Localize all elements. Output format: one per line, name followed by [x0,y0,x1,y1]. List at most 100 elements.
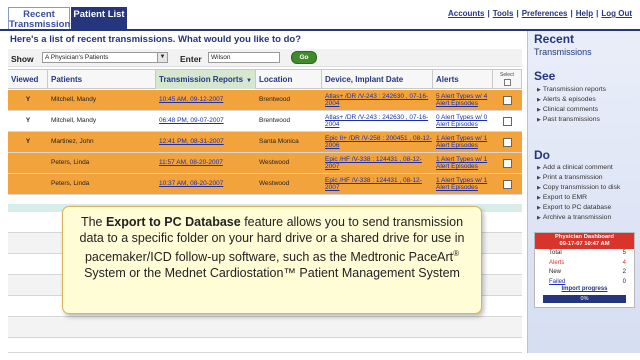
cell-device[interactable]: Epic /HF /V-338 : 124431 , 08-12-2007 [322,174,433,194]
accounts-link[interactable]: Accounts [448,9,484,18]
cell-location: Westwood [259,159,290,166]
table-row[interactable]: Y Martinez, John 12:41 PM, 08-31-2007 Santa… [8,132,522,153]
do-item-export-emr[interactable]: ▶ Export to EMR [537,194,587,201]
cell-report[interactable]: 10:45 AM, 09-12-2007 [156,90,256,110]
table-row[interactable]: Peters, Linda 10:37 AM, 08-20-2007 Westwoo… [8,174,522,195]
triangle-right-icon: ▶ [537,185,541,191]
triangle-right-icon: ▶ [537,205,541,211]
enter-label: Enter [180,54,202,64]
cell-viewed [8,174,48,194]
triangle-right-icon: ▶ [537,165,541,171]
cell-patient: Peters, Linda [51,159,90,166]
table-row[interactable]: Y Mitchell, Mandy 10:45 AM, 09-12-2007 Bren… [8,90,522,111]
table-row[interactable]: Y Mitchell, Mandy 06:48 PM, 09-07-2007 Bren… [8,111,522,132]
callout-text-3: System or the Mednet Cardiostation™ Pati… [84,265,460,280]
col-device[interactable]: Device, Implant Date [322,70,433,89]
cell-alerts[interactable]: 1 Alert Types w/ 1 Alert Episodes [433,132,493,152]
col-viewed[interactable]: Viewed [8,70,48,89]
help-link[interactable]: Help [576,9,593,18]
select-all-checkbox[interactable] [503,79,511,86]
import-progress-bar: 0% [543,295,626,303]
dashboard-title: Physician Dashboard [555,234,614,240]
registered-mark: ® [453,249,460,258]
triangle-right-icon: ▶ [537,107,541,113]
dashboard-row-alerts[interactable]: Alerts 4 [535,259,634,269]
cell-patient: Martinez, John [51,138,94,145]
enter-input[interactable]: Wilson [208,52,280,63]
feature-callout: The Export to PC Database feature allows… [62,206,482,314]
cell-device[interactable]: Atlas+ /DR /V-243 : 242630 , 07-16-2004 [322,111,433,131]
row-select-checkbox[interactable] [503,138,512,147]
show-select[interactable]: A Physician's Patients ▼ [42,52,168,63]
dashboard-header: Physician Dashboard 09-17-07 10:47 AM [535,233,634,249]
col-patients[interactable]: Patients [48,70,156,89]
triangle-right-icon: ▶ [537,175,541,181]
cell-report[interactable]: 12:41 PM, 08-31-2007 [156,132,256,152]
show-label: Show [11,54,34,64]
see-item-transmission-reports[interactable]: ▶ Transmission reports [537,86,606,93]
do-item-add-comment[interactable]: ▶ Add a clinical comment [537,164,613,171]
cell-alerts[interactable]: 1 Alert Types w/ 1 Alert Episodes [433,174,493,194]
cell-location: Santa Monica [259,138,299,145]
col-transmission-reports[interactable]: Transmission Reports ▼ [156,70,256,89]
col-location[interactable]: Location [256,70,322,89]
cell-report[interactable]: 06:48 PM, 09-07-2007 [156,111,256,131]
triangle-right-icon: ▶ [537,195,541,201]
col-select-label: Select [500,72,514,78]
see-item-past-transmissions[interactable]: ▶ Past transmissions [537,116,600,123]
triangle-right-icon: ▶ [537,97,541,103]
row-select-checkbox[interactable] [503,117,512,126]
see-item-alerts-episodes[interactable]: ▶ Alerts & episodes [537,96,596,103]
dashboard-row-new: New 2 [549,269,626,275]
see-heading: See [534,69,556,83]
cell-viewed: Y [25,117,31,124]
cell-report[interactable]: 11:57 AM, 08-20-2007 [156,153,256,173]
sidebar-title: Recent [534,32,575,46]
do-item-export-pc-database[interactable]: ▶ Export to PC database [537,204,611,211]
cell-device[interactable]: Epic II+ /DR /V-258 : 200451 , 08-12-200… [322,132,433,152]
cell-device[interactable]: Atlas+ /DR /V-243 : 242630 , 07-16-2004 [322,90,433,110]
cell-device[interactable]: Epic /HF /V-338 : 124431 , 08-12-2007 [322,153,433,173]
cell-viewed: Y [25,96,31,103]
cell-alerts[interactable]: 1 Alert Types w/ 1 Alert Episodes [433,153,493,173]
sidebar-subtitle: Transmissions [534,47,592,57]
empty-row [8,338,522,353]
logout-link[interactable]: Log Out [601,9,632,18]
tab-recent-transmissions[interactable]: Recent Transmissions [8,7,76,30]
callout-text-1: The [80,215,106,229]
sidebar: Recent Transmissions See ▶ Transmission r… [527,31,640,353]
cell-patient: Mitchell, Mandy [51,96,97,103]
see-item-clinical-comments[interactable]: ▶ Clinical comments [537,106,598,113]
cell-location: Westwood [259,180,290,187]
do-item-copy-to-disk[interactable]: ▶ Copy transmission to disk [537,184,620,191]
cell-patient: Peters, Linda [51,180,90,187]
physician-dashboard: Physician Dashboard 09-17-07 10:47 AM To… [534,232,635,308]
cell-viewed: Y [25,138,31,145]
row-select-checkbox[interactable] [503,159,512,168]
go-button[interactable]: Go [291,51,317,64]
tab-patient-list[interactable]: Patient List [71,7,127,30]
cell-alerts[interactable]: 0 Alert Types w/ 0 Alert Episodes [433,111,493,131]
cell-patient: Mitchell, Mandy [51,117,97,124]
dashboard-datetime: 09-17-07 10:47 AM [559,241,610,247]
do-item-print[interactable]: ▶ Print a transmission [537,174,603,181]
preferences-link[interactable]: Preferences [522,9,568,18]
col-alerts[interactable]: Alerts [433,70,493,89]
filter-bar: Show A Physician's Patients ▼ Enter Wils… [8,49,522,67]
import-progress-link[interactable]: Import progress [535,286,634,292]
cell-location: Brentwood [259,117,291,124]
tools-link[interactable]: Tools [493,9,514,18]
cell-viewed [8,153,48,173]
top-bar: Recent Transmissions Patient List Accoun… [0,0,640,30]
cell-report[interactable]: 10:37 AM, 08-20-2007 [156,174,256,194]
cell-alerts[interactable]: 5 Alert Types w/ 4 Alert Episodes [433,90,493,110]
table-header: Viewed Patients Transmission Reports ▼ Lo… [8,69,522,89]
row-select-checkbox[interactable] [503,180,512,189]
triangle-right-icon: ▶ [537,215,541,221]
chevron-down-icon[interactable]: ▼ [157,53,167,62]
top-links: Accounts | Tools | Preferences | Help | Log Out [447,9,632,18]
row-select-checkbox[interactable] [503,96,512,105]
table-row[interactable]: Peters, Linda 11:57 AM, 08-20-2007 Westwoo… [8,153,522,174]
do-item-archive[interactable]: ▶ Archive a transmission [537,214,611,221]
col-select: Select [493,70,522,89]
